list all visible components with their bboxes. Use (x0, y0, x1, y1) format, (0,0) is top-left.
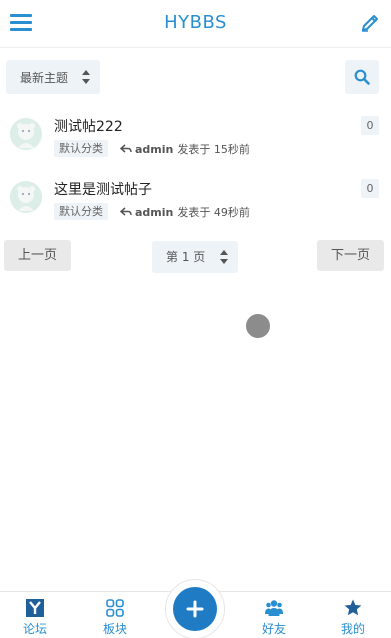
prev-page-button[interactable]: 上一页 (4, 240, 71, 271)
next-page-button[interactable]: 下一页 (317, 240, 384, 271)
top-bar: HYBBS (0, 0, 391, 48)
tab-friends-label: 好友 (261, 622, 286, 636)
tab-friends[interactable]: 好友 (244, 592, 304, 638)
tab-forum-label: 论坛 (22, 622, 47, 636)
post-title[interactable]: 测试帖222 (54, 116, 123, 136)
post-time: 发表于 49秒前 (177, 206, 250, 219)
page-select-label: 第 1 页 (166, 250, 206, 264)
reply-icon (120, 144, 132, 153)
new-post-button[interactable] (173, 587, 217, 631)
post-time: 发表于 15秒前 (177, 143, 250, 156)
post-list-item[interactable]: 测试帖222 默认分类 admin 发表于 15秒前 0 (0, 112, 391, 166)
reply-icon (120, 207, 132, 216)
reply-count-badge: 0 (361, 179, 379, 198)
page-title: HYBBS (164, 12, 227, 33)
post-author[interactable]: admin (135, 143, 173, 156)
page-arrows-icon (220, 250, 228, 264)
tab-boards-label: 板块 (102, 622, 127, 636)
post-meta: admin 发表于 49秒前 (120, 204, 250, 220)
sort-arrows-icon (82, 70, 90, 84)
star-icon (344, 599, 362, 616)
loading-indicator (246, 314, 270, 338)
reply-count-badge: 0 (361, 116, 379, 135)
compose-icon[interactable] (359, 12, 381, 34)
post-title[interactable]: 这里是测试帖子 (54, 179, 152, 199)
tab-boards[interactable]: 板块 (85, 592, 145, 638)
friends-icon (265, 600, 283, 616)
avatar (10, 118, 42, 150)
post-list-item[interactable]: 这里是测试帖子 默认分类 admin 发表于 49秒前 0 (0, 175, 391, 229)
category-tag[interactable]: 默认分类 (54, 140, 108, 157)
search-icon (354, 69, 370, 85)
avatar (10, 181, 42, 213)
post-meta: admin 发表于 15秒前 (120, 141, 250, 157)
search-button[interactable] (345, 60, 379, 94)
tab-forum[interactable]: 论坛 (5, 592, 65, 638)
post-author[interactable]: admin (135, 206, 173, 219)
grid-icon (106, 599, 124, 617)
page-select-dropdown[interactable]: 第 1 页 (152, 241, 238, 273)
plus-icon (186, 600, 204, 618)
forum-icon (26, 599, 44, 617)
category-tag[interactable]: 默认分类 (54, 203, 108, 220)
sort-dropdown-label: 最新主题 (20, 70, 69, 85)
tab-me-label: 我的 (340, 622, 365, 636)
tab-me[interactable]: 我的 (323, 592, 383, 638)
sort-dropdown[interactable]: 最新主题 (6, 60, 100, 94)
